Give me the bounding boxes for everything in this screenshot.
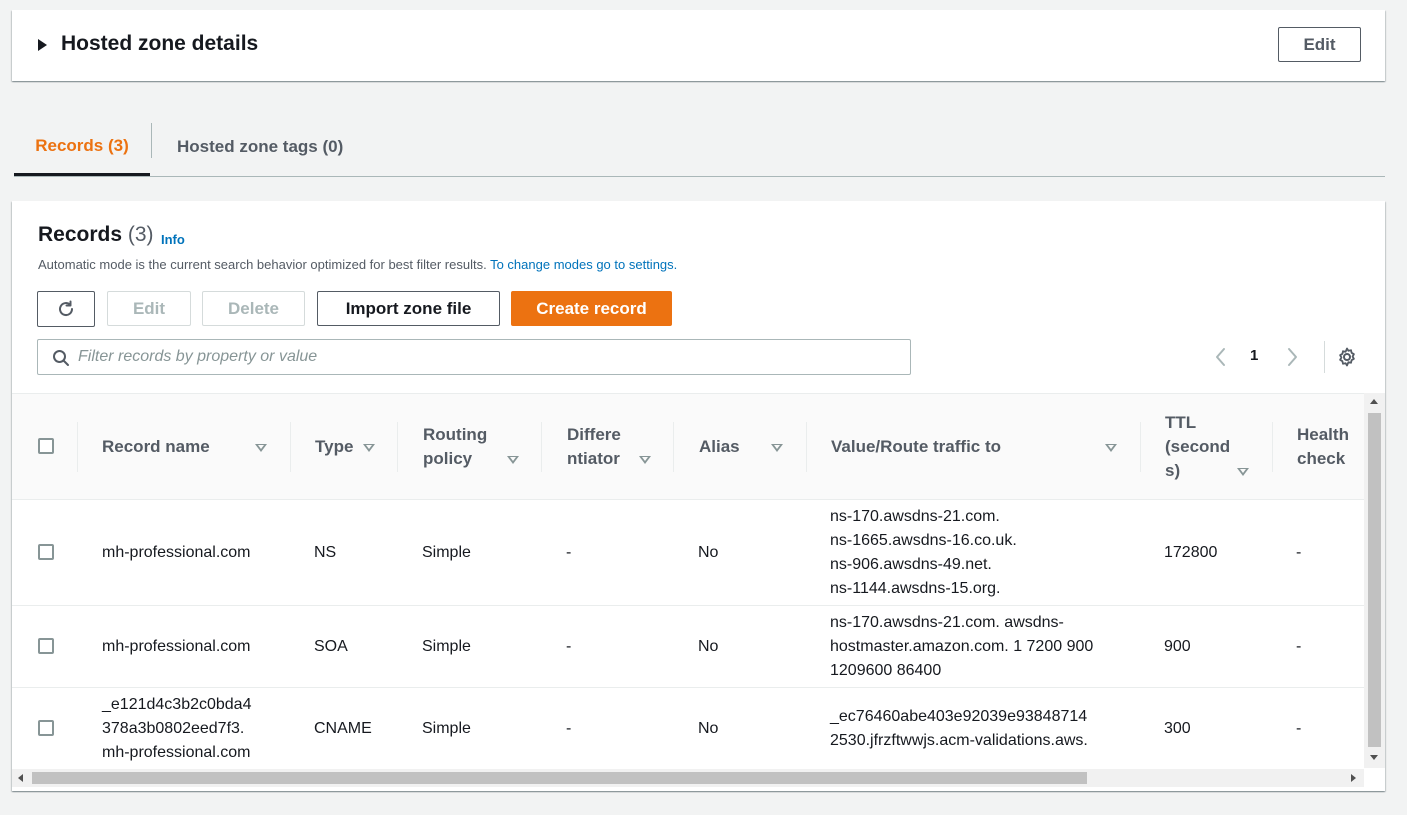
column-header-alias[interactable]: Alias xyxy=(699,394,740,499)
records-heading: Records (3) xyxy=(38,223,154,247)
table-header: Record name Type Routing policy Differe … xyxy=(12,393,1364,500)
ttl-cell: 172800 xyxy=(1164,543,1218,561)
create-record-button[interactable]: Create record xyxy=(511,291,672,326)
ttl-cell: 300 xyxy=(1164,720,1191,737)
row-checkbox[interactable] xyxy=(38,544,54,560)
select-all-checkbox[interactable] xyxy=(38,438,54,454)
sort-icon[interactable] xyxy=(771,444,783,452)
expand-caret-icon[interactable] xyxy=(38,39,47,51)
column-separator xyxy=(77,422,78,472)
column-separator xyxy=(397,422,398,472)
sort-icon[interactable] xyxy=(507,456,519,464)
refresh-icon xyxy=(59,300,74,317)
scroll-right-arrow-icon[interactable] xyxy=(1351,774,1356,782)
records-panel: Records (3) Info Automatic mode is the c… xyxy=(12,201,1385,791)
sort-icon[interactable] xyxy=(363,444,375,452)
record-name-cell: mh-professional.com xyxy=(102,543,251,561)
sort-icon[interactable] xyxy=(1237,468,1249,476)
vertical-scroll-thumb[interactable] xyxy=(1368,413,1381,747)
column-header-record-name[interactable]: Record name xyxy=(102,394,210,499)
type-cell: NS xyxy=(314,543,337,561)
row-checkbox[interactable] xyxy=(38,720,54,736)
table-row[interactable]: mh-professional.com NS Simple - No ns-17… xyxy=(12,500,1364,606)
hosted-zone-details-panel: Hosted zone details Edit xyxy=(12,10,1385,81)
column-separator xyxy=(290,422,291,472)
import-zone-file-button[interactable]: Import zone file xyxy=(317,291,500,326)
column-separator xyxy=(806,422,807,472)
horizontal-scroll-thumb[interactable] xyxy=(32,772,1087,784)
pager-divider xyxy=(1324,341,1325,373)
records-description-text: Automatic mode is the current search beh… xyxy=(38,257,487,272)
record-name-cell: _e121d4c3b2c0bda4 378a3b0802eed7f3. mh-p… xyxy=(102,696,252,761)
health-check-cell: - xyxy=(1296,543,1302,561)
table-row[interactable]: mh-professional.com SOA Simple - No ns-1… xyxy=(12,606,1364,688)
column-separator xyxy=(673,422,674,472)
scroll-up-arrow-icon[interactable] xyxy=(1370,399,1378,404)
tab-hosted-zone-tags[interactable]: Hosted zone tags (0) xyxy=(177,118,343,176)
scroll-down-arrow-icon[interactable] xyxy=(1370,755,1378,760)
alias-cell: No xyxy=(698,543,719,561)
filter-records-input[interactable] xyxy=(78,340,898,374)
alias-cell: No xyxy=(698,720,719,737)
filter-search-box xyxy=(37,339,911,375)
type-cell: SOA xyxy=(314,637,348,655)
column-header-type[interactable]: Type xyxy=(315,394,353,499)
sort-icon[interactable] xyxy=(1105,444,1117,452)
column-header-health-check[interactable]: Health check xyxy=(1297,394,1357,499)
records-description: Automatic mode is the current search beh… xyxy=(38,257,677,272)
differentiator-cell: - xyxy=(566,637,572,655)
value-cell: ns-170.awsdns-21.com. ns-1665.awsdns-16.… xyxy=(830,507,1017,597)
value-cell: ns-170.awsdns-21.com. awsdns- hostmaster… xyxy=(830,613,1094,679)
tab-divider xyxy=(151,123,152,158)
value-cell: _ec76460abe403e92039e93848714 2530.jfrzf… xyxy=(830,708,1088,749)
sort-icon[interactable] xyxy=(639,456,651,464)
previous-page-icon[interactable] xyxy=(1212,346,1230,368)
scroll-left-arrow-icon[interactable] xyxy=(18,774,23,782)
record-name-cell: mh-professional.com xyxy=(102,637,251,655)
edit-record-button[interactable]: Edit xyxy=(107,291,191,326)
gear-icon[interactable] xyxy=(1337,347,1357,367)
next-page-icon[interactable] xyxy=(1283,346,1301,368)
ttl-cell: 900 xyxy=(1164,637,1191,655)
horizontal-scrollbar[interactable] xyxy=(12,769,1364,787)
column-header-ttl[interactable]: TTL (second s) xyxy=(1165,394,1235,499)
hosted-zone-details-title[interactable]: Hosted zone details xyxy=(61,32,258,56)
column-separator xyxy=(1272,422,1273,472)
vertical-scrollbar[interactable] xyxy=(1364,393,1385,768)
records-count: (3) xyxy=(127,223,154,246)
differentiator-cell: - xyxy=(566,543,572,561)
health-check-cell: - xyxy=(1296,637,1302,655)
change-modes-link[interactable]: To change modes go to settings. xyxy=(490,257,677,272)
health-check-cell: - xyxy=(1296,720,1302,737)
search-icon xyxy=(53,350,69,366)
routing-cell: Simple xyxy=(422,543,471,561)
sort-icon[interactable] xyxy=(255,444,267,452)
refresh-button[interactable] xyxy=(37,291,95,327)
column-header-differentiator[interactable]: Differe ntiator xyxy=(567,394,629,499)
table-row[interactable]: _e121d4c3b2c0bda4 378a3b0802eed7f3. mh-p… xyxy=(12,688,1364,770)
tab-records[interactable]: Records (3) xyxy=(14,118,150,176)
type-cell: CNAME xyxy=(314,720,372,737)
column-separator xyxy=(541,422,542,472)
routing-cell: Simple xyxy=(422,720,471,737)
records-title: Records xyxy=(38,223,123,246)
tab-bar: Records (3) Hosted zone tags (0) xyxy=(14,118,1385,177)
routing-cell: Simple xyxy=(422,637,471,655)
row-checkbox[interactable] xyxy=(38,638,54,654)
alias-cell: No xyxy=(698,637,719,655)
column-header-value[interactable]: Value/Route traffic to xyxy=(831,394,1001,499)
records-table: Record name Type Routing policy Differe … xyxy=(12,393,1385,791)
column-separator xyxy=(1140,422,1141,472)
info-link[interactable]: Info xyxy=(161,232,185,247)
column-header-routing-policy[interactable]: Routing policy xyxy=(423,394,503,499)
differentiator-cell: - xyxy=(566,720,572,737)
hosted-zone-edit-button[interactable]: Edit xyxy=(1278,27,1361,62)
page-number[interactable]: 1 xyxy=(1250,347,1258,364)
delete-record-button[interactable]: Delete xyxy=(202,291,305,326)
